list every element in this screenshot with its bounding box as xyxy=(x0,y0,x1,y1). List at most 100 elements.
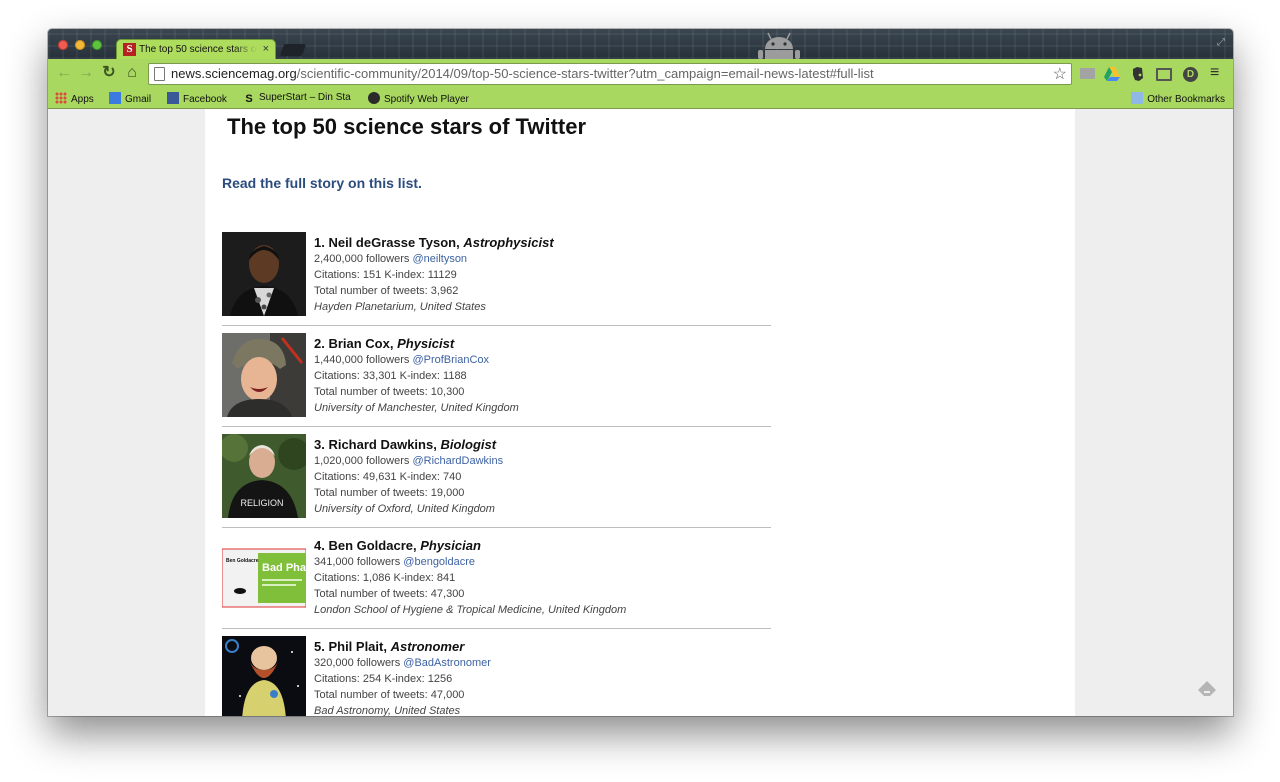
entry-follower-count: 320,000 followers xyxy=(314,657,401,669)
book-title: Bad Pharma xyxy=(262,562,306,574)
sciencemag-favicon-icon: S xyxy=(123,43,136,56)
scientist-entry: Ben Goldacre Bad Pharma 4. Ben Goldacre,… xyxy=(222,535,771,629)
fullscreen-icon[interactable]: ⤢ xyxy=(1217,37,1227,48)
entry-name: 1. Neil deGrasse Tyson, Astrophysicist xyxy=(314,234,764,251)
twitter-handle-link[interactable]: @BadAstronomer xyxy=(403,657,491,669)
google-drive-icon[interactable] xyxy=(1104,66,1120,82)
entry-rank-name: 1. Neil deGrasse Tyson, xyxy=(314,235,460,250)
entry-tweets: Total number of tweets: 47,000 xyxy=(314,689,465,701)
twitter-handle-link[interactable]: @bengoldacre xyxy=(403,556,475,568)
reload-icon[interactable]: ↻ xyxy=(101,65,117,81)
twitter-handle-link[interactable]: @RichardDawkins xyxy=(412,455,503,467)
entry-location: London School of Hygiene & Tropical Medi… xyxy=(314,604,627,616)
page-icon xyxy=(154,67,165,81)
entry-info: 2. Brian Cox, Physicist 1,440,000 follow… xyxy=(314,335,764,416)
minimize-window-button[interactable] xyxy=(75,40,85,50)
bookmark-superstart-label: SuperStart – Din Sta xyxy=(259,92,351,103)
address-bar[interactable]: news.sciencemag.org/scientific-community… xyxy=(148,63,1072,85)
evernote-icon[interactable] xyxy=(1130,66,1146,82)
browser-toolbar: ← → ↻ ⌂ news.sciencemag.org/scientific-c… xyxy=(48,59,1233,89)
bookmark-superstart[interactable]: S SuperStart – Din Sta xyxy=(243,92,351,105)
entry-role: Astronomer xyxy=(390,639,465,654)
home-icon[interactable]: ⌂ xyxy=(124,65,140,81)
url-text[interactable]: news.sciencemag.org/scientific-community… xyxy=(171,66,874,81)
bookmark-apps[interactable]: Apps xyxy=(55,92,94,105)
entry-role: Astrophysicist xyxy=(463,235,554,250)
entry-info: 5. Phil Plait, Astronomer 320,000 follow… xyxy=(314,638,764,716)
superstart-icon: S xyxy=(245,93,253,105)
bookmark-spotify-label: Spotify Web Player xyxy=(384,94,469,105)
entry-citations: Citations: 254 K-index: 1256 xyxy=(314,673,453,685)
scientist-entry: 5. Phil Plait, Astronomer 320,000 follow… xyxy=(222,636,771,716)
twitter-handle-link[interactable]: @neiltyson xyxy=(412,253,467,265)
entry-tweets: Total number of tweets: 19,000 xyxy=(314,487,465,499)
scientist-entry: RELIGION 3. Richard Dawkins, Biologist 1… xyxy=(222,434,771,528)
bookmark-other-label: Other Bookmarks xyxy=(1147,94,1225,105)
entry-citations: Citations: 151 K-index: 11129 xyxy=(314,269,457,281)
article-content: The top 50 science stars of Twitter Read… xyxy=(205,109,1075,716)
entry-followers: 2,400,000 followers @neiltyson xyxy=(314,251,764,267)
zoom-window-button[interactable] xyxy=(92,40,102,50)
entry-role: Biologist xyxy=(440,437,497,452)
entry-followers: 1,440,000 followers @ProfBrianCox xyxy=(314,352,764,368)
entry-location: Hayden Planetarium, United States xyxy=(314,301,486,313)
apps-grid-icon xyxy=(55,92,67,104)
entry-rank-name: 3. Richard Dawkins, xyxy=(314,437,437,452)
bookmark-gmail[interactable]: Gmail xyxy=(109,92,151,105)
twitter-handle-link[interactable]: @ProfBrianCox xyxy=(412,354,489,366)
mail-extension-icon[interactable] xyxy=(1080,68,1095,79)
entry-rank-name: 4. Ben Goldacre, xyxy=(314,538,417,553)
page-viewport[interactable]: The top 50 science stars of Twitter Read… xyxy=(48,109,1233,716)
d-extension-icon[interactable]: D xyxy=(1183,67,1198,82)
tab-active[interactable]: S The top 50 science stars of Twitter × xyxy=(116,39,276,60)
entry-name: 5. Phil Plait, Astronomer xyxy=(314,638,764,655)
entry-role: Physicist xyxy=(397,336,455,351)
chrome-menu-icon[interactable]: ≡ xyxy=(1210,64,1226,81)
tab-title: The top 50 science stars of Twitter xyxy=(139,44,257,55)
close-window-button[interactable] xyxy=(58,40,68,50)
bookmark-facebook[interactable]: Facebook xyxy=(167,92,227,105)
entry-follower-count: 341,000 followers xyxy=(314,556,401,568)
title-bar: S The top 50 science stars of Twitter × … xyxy=(48,29,1233,60)
folder-icon xyxy=(1131,92,1144,104)
entry-info: 1. Neil deGrasse Tyson, Astrophysicist 2… xyxy=(314,234,764,315)
bookmark-facebook-label: Facebook xyxy=(183,94,227,105)
book-author: Ben Goldacre xyxy=(226,558,259,564)
bookmark-apps-label: Apps xyxy=(71,94,94,105)
entry-follower-count: 1,440,000 followers xyxy=(314,354,410,366)
spotify-icon xyxy=(368,92,380,104)
entry-location: University of Manchester, United Kingdom xyxy=(314,402,519,414)
richard-dawkins-photo: RELIGION xyxy=(222,434,306,518)
brian-cox-photo xyxy=(222,333,306,417)
entry-citations: Citations: 1,086 K-index: 841 xyxy=(314,572,456,584)
android-theme-icon xyxy=(758,32,800,59)
entry-citations: Citations: 33,301 K-index: 1188 xyxy=(314,370,467,382)
cast-icon[interactable] xyxy=(1156,68,1172,81)
scientist-entry: 2. Brian Cox, Physicist 1,440,000 follow… xyxy=(222,333,771,427)
shirt-text: RELIGION xyxy=(240,498,283,508)
new-tab-button[interactable] xyxy=(279,44,307,56)
entry-location: University of Oxford, United Kingdom xyxy=(314,503,495,515)
back-arrow-icon[interactable]: ← xyxy=(56,65,72,81)
bookmarks-bar: Apps Gmail Facebook S SuperStart – Din St… xyxy=(48,89,1233,109)
entry-role: Physician xyxy=(420,538,481,553)
bookmark-other[interactable]: Other Bookmarks xyxy=(1131,92,1225,105)
browser-window: S The top 50 science stars of Twitter × … xyxy=(48,29,1233,716)
forward-arrow-icon[interactable]: → xyxy=(78,65,94,81)
url-host: news.sciencemag.org xyxy=(171,66,297,81)
neil-degrasse-tyson-photo xyxy=(222,232,306,316)
full-story-link[interactable]: Read the full story on this list. xyxy=(222,175,422,191)
entry-followers: 1,020,000 followers @RichardDawkins xyxy=(314,453,764,469)
feedly-icon[interactable] xyxy=(1197,680,1217,700)
url-path: /scientific-community/2014/09/top-50-sci… xyxy=(296,66,874,81)
tab-close-icon[interactable]: × xyxy=(263,43,269,55)
bookmark-star-icon[interactable]: ☆ xyxy=(1053,64,1067,84)
bookmark-spotify[interactable]: Spotify Web Player xyxy=(368,92,469,105)
entry-rank-name: 5. Phil Plait, xyxy=(314,639,387,654)
entry-followers: 341,000 followers @bengoldacre xyxy=(314,554,764,570)
page-title: The top 50 science stars of Twitter xyxy=(227,114,587,139)
entry-tweets: Total number of tweets: 3,962 xyxy=(314,285,459,297)
entry-citations: Citations: 49,631 K-index: 740 xyxy=(314,471,462,483)
entry-name: 2. Brian Cox, Physicist xyxy=(314,335,764,352)
entry-info: 3. Richard Dawkins, Biologist 1,020,000 … xyxy=(314,436,764,517)
